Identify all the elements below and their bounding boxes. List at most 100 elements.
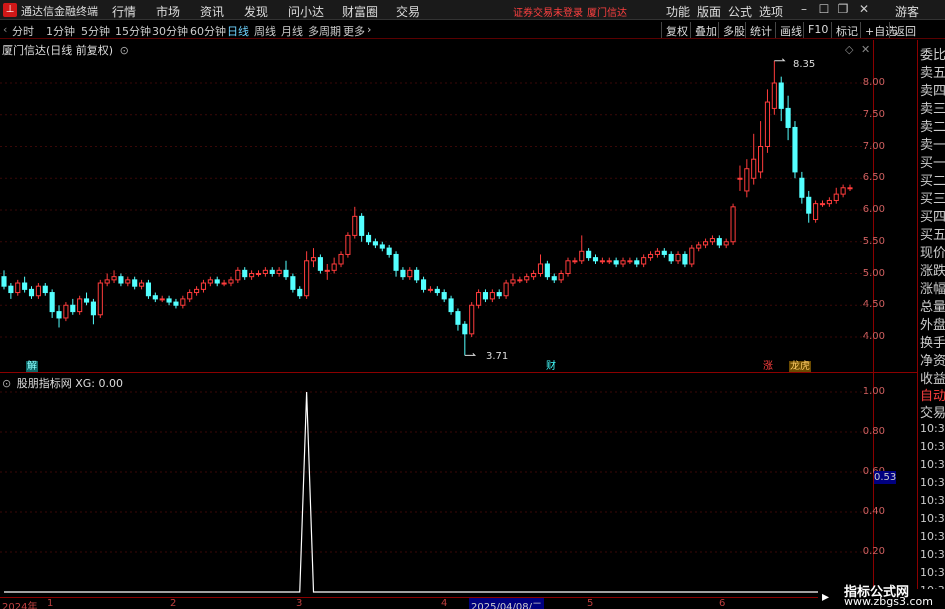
candle-body [551,276,557,281]
trade-time: 10:32 [920,476,945,489]
candle-body [338,253,344,265]
candle-body [758,146,764,173]
side-field-label: 买一 [920,156,945,171]
candle-body [310,257,317,262]
low-pointer [464,353,477,356]
watermark-url: www.zbgs3.com [844,595,933,608]
candle-body [269,269,275,275]
candle-body [331,263,337,271]
candle-body [778,82,784,109]
candle-body [785,107,791,128]
candle-body [751,158,757,179]
candle-body [847,187,853,190]
candlestick-chart[interactable] [0,0,873,597]
candle-body [97,282,103,316]
candle-body [806,196,812,214]
candle-body [297,288,303,297]
candle-body [441,292,447,300]
candle-body [180,298,186,306]
trade-time: 10:32 [920,494,945,507]
marker-dragon-tiger[interactable]: 龙虎 [789,361,811,372]
candle-body [207,279,213,284]
quote-side-panel: 委比 卖五 卖四 卖三 卖二 卖一 买一 买二 买三 买四 买五 现价 涨跌 涨幅 总量 外盘 换手 净资 收益 自动… [917,40,945,609]
side-field-label: 净资 [920,354,945,369]
candle-body [510,279,516,284]
candle-body [792,126,798,173]
candle-body [764,101,771,148]
candle-body [70,304,76,313]
candle-body [524,276,530,281]
candle-body [771,82,777,109]
candle-body [620,260,626,265]
candle-body [819,203,826,206]
date-tick: 3 [296,598,303,609]
candle-body [173,301,179,306]
candle-body [420,279,427,290]
trade-time: 10:32 [920,548,945,561]
candle-body [696,244,702,249]
candle-body [317,257,323,271]
candle-body [228,279,234,284]
user-label[interactable]: 游客 [895,3,919,20]
xg-indicator-line [4,391,850,593]
marker-unlock[interactable]: 解 [26,361,38,372]
candle-body [634,260,640,265]
candle-body [393,253,399,271]
candle-body [565,260,571,274]
candle-body [682,253,688,265]
candle-body [702,241,709,246]
candle-body [675,253,681,262]
side-field-label: 换手 [920,336,945,351]
side-field-label: 总量 [920,300,945,315]
candle-body [668,253,674,262]
candle-body [689,247,695,265]
indicator-title[interactable]: ⊙ 股朋指标网 XG: 0.00 [2,375,123,391]
date-axis: 2024年 1 2 3 4 2025/04/08/二 5 6 [0,597,873,609]
candle-body [517,279,523,282]
btn-back[interactable]: 返回 [889,22,920,38]
candle-body [386,247,392,255]
candle-body [434,288,440,294]
candle-body [503,282,509,297]
trade-time: 10:31 [920,440,945,453]
candle-body [476,292,482,306]
candle-body [606,260,612,263]
candle-body [641,257,647,265]
side-field-label: 买五 [920,228,945,243]
candle-body [572,260,578,263]
date-tick: 2024年 [2,602,38,609]
trade-label[interactable]: 交易 [920,402,945,421]
indicator-dropdown-icon[interactable]: ⊙ [2,377,11,390]
candle-body [414,269,420,281]
candle-body [159,298,165,301]
candle-body [194,288,200,294]
candle-body [42,285,48,294]
candle-body [22,282,28,290]
date-cursor-tick: 2025/04/08/二 [469,598,545,609]
candle-body [599,260,605,263]
candle-body [592,257,599,262]
side-field-label: 卖一 [920,138,945,153]
candle-body [290,276,296,290]
candle-body [496,292,502,297]
candle-body [716,238,722,246]
candle-body [813,203,819,221]
candle-body [145,282,152,297]
candle-body [531,273,537,278]
candle-body [544,263,550,278]
marker-limit-up[interactable]: 涨 [762,361,774,372]
trade-time: 10:31 [920,422,945,435]
candle-body [56,311,62,319]
candle-body [352,215,358,236]
candle-body [283,269,289,278]
candle-body [125,279,131,284]
side-field-label: 卖五 [920,66,945,81]
candle-body [627,260,633,263]
side-field-label: 现价 [920,246,945,261]
candle-body [242,269,248,278]
candle-body [744,168,750,192]
watermark-logo: ▸ 指标公式网 www.zbgs3.com [818,585,945,609]
candle-body [558,273,564,281]
marker-finance[interactable]: 财 [545,361,557,372]
candle-body [249,273,255,278]
